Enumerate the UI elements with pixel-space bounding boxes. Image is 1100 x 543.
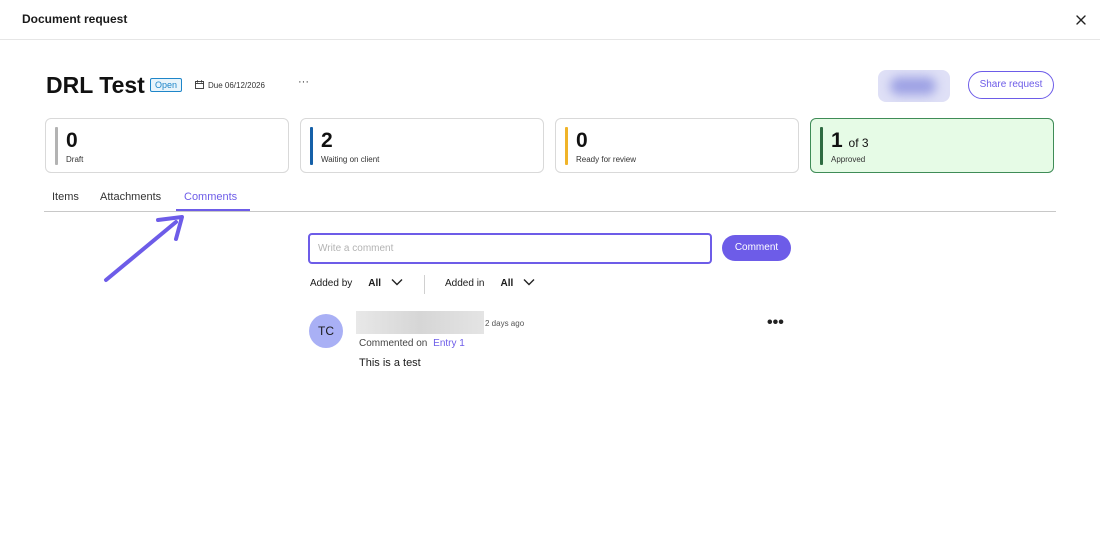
chevron-down-icon bbox=[523, 278, 535, 289]
stat-value: 0 bbox=[576, 129, 588, 152]
annotation-arrow-icon bbox=[104, 215, 184, 282]
tab-comments[interactable]: Comments bbox=[184, 191, 237, 203]
filter-value: All bbox=[368, 278, 382, 289]
comment-more-options-icon[interactable]: ••• bbox=[767, 314, 784, 332]
stat-label: Ready for review bbox=[576, 155, 637, 164]
tab-items[interactable]: Items bbox=[52, 191, 79, 203]
calendar-icon bbox=[195, 80, 204, 91]
page-title: DRL Test bbox=[46, 72, 145, 98]
stat-label: Draft bbox=[66, 155, 84, 164]
user-avatars-blurred bbox=[878, 70, 950, 102]
filter-divider bbox=[424, 275, 425, 294]
stat-label: Approved bbox=[831, 155, 866, 164]
tab-attachments[interactable]: Attachments bbox=[100, 191, 161, 203]
comment-text: This is a test bbox=[359, 357, 421, 369]
stat-label: Waiting on client bbox=[321, 155, 380, 164]
stat-value: 0 bbox=[66, 129, 78, 152]
stat-card-draft[interactable]: 0 Draft bbox=[45, 118, 289, 173]
commenter-name-redacted bbox=[356, 311, 484, 334]
stat-value-total: of 3 bbox=[848, 136, 869, 150]
stat-card-ready[interactable]: 0 Ready for review bbox=[555, 118, 799, 173]
avatar: TC bbox=[309, 314, 343, 348]
stat-card-waiting[interactable]: 2 Waiting on client bbox=[300, 118, 544, 173]
entry-link[interactable]: Entry 1 bbox=[433, 338, 465, 349]
comment-meta: Commented on Entry 1 bbox=[359, 338, 465, 349]
comment-meta-prefix: Commented on bbox=[359, 338, 428, 349]
due-date-label: Due 06/12/2026 bbox=[208, 81, 265, 90]
stat-color-bar bbox=[565, 127, 568, 165]
stat-color-bar bbox=[310, 127, 313, 165]
stat-value: 1 of 3 bbox=[831, 129, 869, 153]
share-request-button[interactable]: Share request bbox=[968, 71, 1054, 99]
due-date: Due 06/12/2026 bbox=[195, 80, 265, 91]
filter-added-in[interactable]: Added in All bbox=[445, 278, 535, 289]
tab-bar: Items Attachments Comments bbox=[44, 186, 1056, 212]
comment-submit-button[interactable]: Comment bbox=[722, 235, 791, 261]
stat-value-number: 1 bbox=[831, 129, 843, 152]
modal-header: Document request bbox=[0, 0, 1100, 40]
status-badge: Open bbox=[150, 78, 183, 92]
chevron-down-icon bbox=[391, 278, 403, 289]
stat-color-bar bbox=[820, 127, 823, 165]
filter-label: Added by bbox=[310, 278, 353, 289]
filter-added-by[interactable]: Added by All bbox=[310, 278, 403, 289]
comment-input[interactable] bbox=[308, 233, 712, 264]
filter-label: Added in bbox=[445, 278, 485, 289]
stat-card-approved[interactable]: 1 of 3 Approved bbox=[810, 118, 1054, 173]
active-tab-indicator bbox=[176, 209, 250, 211]
close-icon[interactable] bbox=[1072, 11, 1090, 29]
filter-value: All bbox=[500, 278, 514, 289]
stat-color-bar bbox=[55, 127, 58, 165]
stat-value: 2 bbox=[321, 129, 333, 152]
more-options-icon[interactable]: ··· bbox=[298, 76, 309, 88]
modal-title: Document request bbox=[22, 12, 128, 26]
comment-timestamp: 2 days ago bbox=[485, 319, 525, 328]
